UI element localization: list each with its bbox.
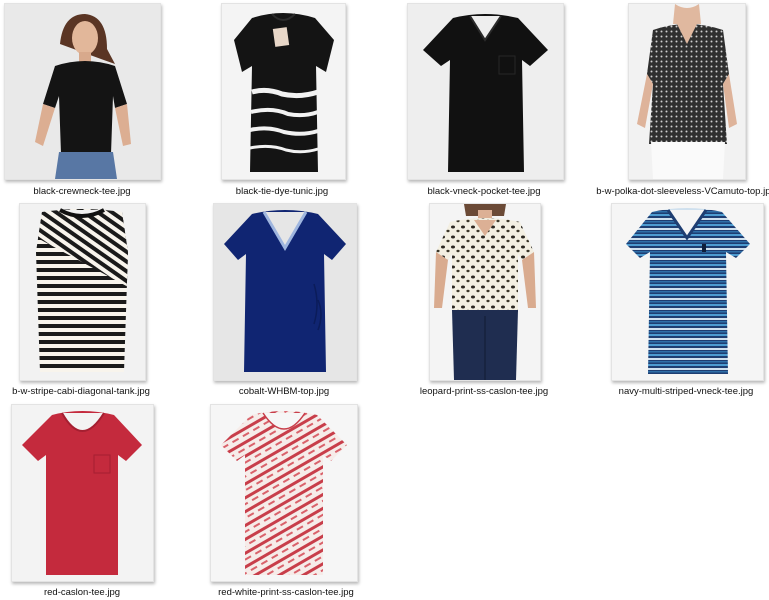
file-name-label: navy-multi-striped-vneck-tee.jpg: [618, 386, 754, 397]
red-white-print-tee-thumbnail-icon: [210, 404, 358, 582]
black-tie-dye-tunic-thumbnail-icon: [221, 3, 346, 180]
red-tee-thumbnail-icon: [11, 404, 154, 582]
cobalt-top-thumbnail-icon: [213, 203, 357, 381]
file-name-label: red-caslon-tee.jpg: [43, 587, 121, 598]
file-name-label: red-white-print-ss-caslon-tee.jpg: [218, 587, 354, 598]
navy-striped-vneck-tee-thumbnail-icon: [611, 203, 764, 381]
polka-dot-sleeveless-top-thumbnail-icon: [628, 3, 746, 180]
black-vneck-pocket-tee-thumbnail-icon: [407, 3, 564, 180]
file-name-label: black-tie-dye-tunic.jpg: [235, 186, 329, 197]
leopard-print-tee-thumbnail-icon: [429, 203, 541, 381]
file-name-label: leopard-print-ss-caslon-tee.jpg: [419, 386, 549, 397]
stripe-diagonal-tank-thumbnail-icon: [19, 203, 146, 381]
black-crewneck-tee-thumbnail-icon: [4, 3, 161, 180]
file-name-label: black-crewneck-tee.jpg: [33, 186, 131, 197]
file-name-label: b-w-stripe-cabi-diagonal-tank.jpg: [12, 386, 150, 397]
file-name-label: b-w-polka-dot-sleeveless-VCamuto-top.jpg: [596, 186, 769, 197]
file-name-label: cobalt-WHBM-top.jpg: [238, 386, 330, 397]
file-name-label: black-vneck-pocket-tee.jpg: [427, 186, 541, 197]
